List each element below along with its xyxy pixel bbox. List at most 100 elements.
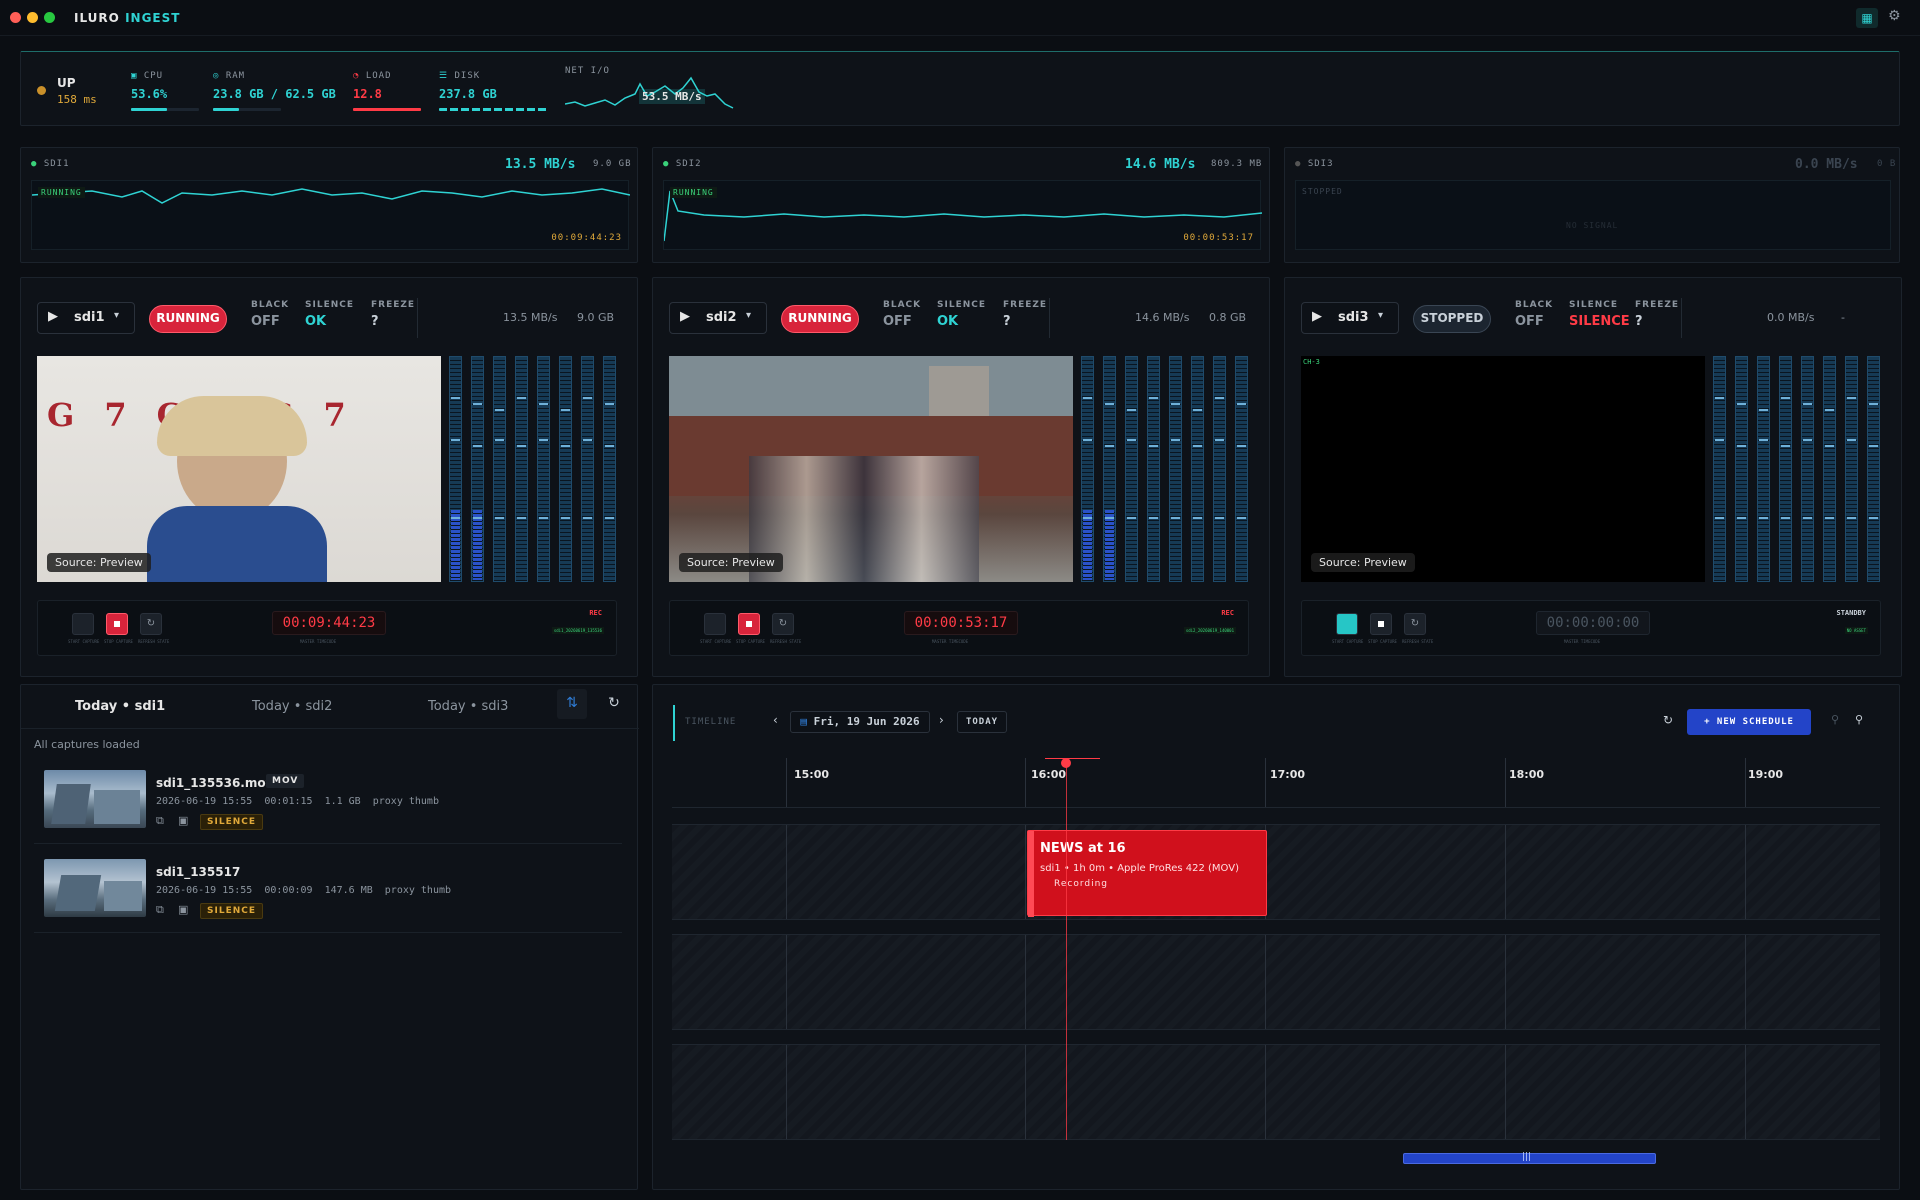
load-value: 12.8 [353, 87, 382, 101]
timeline-lane-sdi1[interactable] [672, 824, 1880, 920]
layout-grid-icon[interactable]: ▦ [1856, 8, 1878, 28]
audio-meter [471, 356, 484, 582]
transport-deck: ↻ START CAPTURE STOP CAPTURE REFRESH STA… [669, 600, 1249, 656]
video-preview[interactable]: G7G7G7 Source: Preview [37, 356, 441, 582]
channel-strip-sdi3[interactable]: ● SDI3 0.0 MB/s 0 B STOPPED NO SIGNAL [1284, 147, 1900, 263]
strip-state: RUNNING [38, 187, 85, 198]
close-window-button[interactable] [10, 12, 21, 23]
video-preview[interactable]: CH-3 Source: Preview [1301, 356, 1705, 582]
channel-strip-sdi2[interactable]: ● SDI2 14.6 MB/s 809.3 MB RUNNING 00:00:… [652, 147, 1270, 263]
now-marker-line [1066, 762, 1067, 1140]
tab-today-sdi1[interactable]: Today • sdi1 [75, 699, 165, 714]
timeline-scrollbar-thumb[interactable]: ||| [1403, 1152, 1656, 1164]
timeline-accent [673, 705, 675, 741]
capture-item[interactable]: sdi1_135517 2026-06-19 15:55 00:00:09 14… [34, 849, 622, 933]
capture-name: sdi1_135517 [156, 865, 241, 879]
prev-day-chevron-icon[interactable]: ‹ [773, 713, 778, 727]
next-day-chevron-icon[interactable]: › [939, 713, 944, 727]
silence-stat: SILENCE SILENCE [1569, 300, 1630, 329]
refresh-state-button[interactable]: ↻ [772, 613, 794, 635]
system-latency: 158 ms [57, 93, 97, 106]
source-label: sdi3 [1338, 310, 1369, 325]
silence-stat: SILENCE OK [305, 300, 354, 329]
corner-label: CH-3 [1303, 358, 1320, 366]
camera-icon: ▶ [48, 309, 58, 324]
start-capture-button[interactable] [1336, 613, 1358, 635]
audio-meter [1867, 356, 1880, 582]
strip-size: 809.3 MB [1211, 159, 1263, 169]
source-preview-badge: Source: Preview [1311, 553, 1415, 572]
capture-thumbnail [44, 770, 146, 828]
zoom-in-icon[interactable]: ⚲ [1855, 713, 1863, 726]
today-button[interactable]: TODAY [957, 711, 1007, 733]
settings-gear-icon[interactable]: ⚙ [1888, 8, 1901, 24]
stop-capture-button[interactable] [1370, 613, 1392, 635]
capture-item[interactable]: sdi1_135536.mov MOV 2026-06-19 15:55 00:… [34, 760, 622, 844]
stop-capture-button[interactable] [738, 613, 760, 635]
start-capture-button[interactable] [704, 613, 726, 635]
timeline-ruler [672, 758, 1880, 808]
sort-icon[interactable]: ⇅ [557, 689, 587, 719]
audio-meter [581, 356, 594, 582]
load-label: ◔ LOAD [353, 71, 392, 81]
image-icon[interactable]: ▣ [178, 903, 188, 916]
refresh-state-button[interactable]: ↻ [1404, 613, 1426, 635]
zoom-out-icon[interactable]: ⚲ [1831, 713, 1839, 726]
source-dropdown[interactable]: ▶ sdi1 ▾ [37, 302, 135, 334]
now-marker-head[interactable] [1061, 758, 1071, 768]
channel-strip-sdi1[interactable]: ● SDI1 13.5 MB/s 9.0 GB RUNNING 00:09:44… [20, 147, 638, 263]
start-capture-button[interactable] [72, 613, 94, 635]
audio-meter [603, 356, 616, 582]
strip-size: 0 B [1877, 159, 1897, 169]
timeline-lane-sdi2[interactable] [672, 934, 1880, 1030]
refresh-icon[interactable]: ↻ [599, 689, 629, 719]
timeline-lane-sdi3[interactable] [672, 1044, 1880, 1140]
rate-value: 13.5 MB/s [503, 311, 558, 324]
copy-icon[interactable]: ⧉ [156, 814, 164, 828]
rec-indicator: STANDBY [1836, 609, 1866, 617]
current-file: NO ASSET [1844, 627, 1868, 634]
hour-label: 19:00 [1748, 768, 1784, 781]
freeze-stat: FREEZE? [1003, 300, 1048, 329]
silence-badge: SILENCE [200, 814, 263, 830]
audio-meter [537, 356, 550, 582]
strip-rate: 13.5 MB/s [505, 157, 576, 172]
source-label: sdi1 [74, 310, 105, 325]
audio-meters [1081, 356, 1249, 582]
captures-status: All captures loaded [34, 738, 140, 751]
tab-today-sdi3[interactable]: Today • sdi3 [428, 699, 508, 714]
audio-meter [559, 356, 572, 582]
black-stat: BLACK OFF [251, 300, 290, 329]
current-file: sdi1_20260619_135536 [551, 627, 604, 634]
source-preview-badge: Source: Preview [679, 553, 783, 572]
rec-indicator: REC [1221, 609, 1234, 617]
audio-meter [449, 356, 462, 582]
refresh-state-label: REFRESH STATE [1402, 639, 1434, 644]
hour-label: 18:00 [1509, 768, 1545, 781]
maximize-window-button[interactable] [44, 12, 55, 23]
refresh-state-button[interactable]: ↻ [140, 613, 162, 635]
strip-state: RUNNING [670, 187, 717, 198]
stop-capture-button[interactable] [106, 613, 128, 635]
now-marker-range [1045, 758, 1100, 759]
image-icon[interactable]: ▣ [178, 814, 188, 827]
new-schedule-button[interactable]: + NEW SCHEDULE [1687, 709, 1811, 735]
tab-today-sdi2[interactable]: Today • sdi2 [252, 699, 332, 714]
timeline-refresh-icon[interactable]: ↻ [1663, 713, 1673, 727]
status-dot [37, 86, 46, 95]
schedule-event[interactable]: NEWS at 16 sdi1 • 1h 0m • Apple ProRes 4… [1027, 830, 1267, 917]
audio-meter [1713, 356, 1726, 582]
cpu-value: 53.6% [131, 87, 168, 101]
copy-icon[interactable]: ⧉ [156, 903, 164, 917]
size-value: 0.8 GB [1209, 311, 1247, 324]
audio-meter [1779, 356, 1792, 582]
date-picker[interactable]: ▤ Fri, 19 Jun 2026 [790, 711, 930, 733]
source-dropdown[interactable]: ▶ sdi2 ▾ [669, 302, 767, 334]
waveform-sdi1: RUNNING 00:09:44:23 [31, 180, 630, 250]
refresh-state-label: REFRESH STATE [138, 639, 170, 644]
start-capture-label: START CAPTURE [700, 639, 732, 644]
strip-size: 9.0 GB [593, 159, 632, 169]
video-preview[interactable]: Source: Preview [669, 356, 1073, 582]
minimize-window-button[interactable] [27, 12, 38, 23]
source-dropdown[interactable]: ▶ sdi3 ▾ [1301, 302, 1399, 334]
